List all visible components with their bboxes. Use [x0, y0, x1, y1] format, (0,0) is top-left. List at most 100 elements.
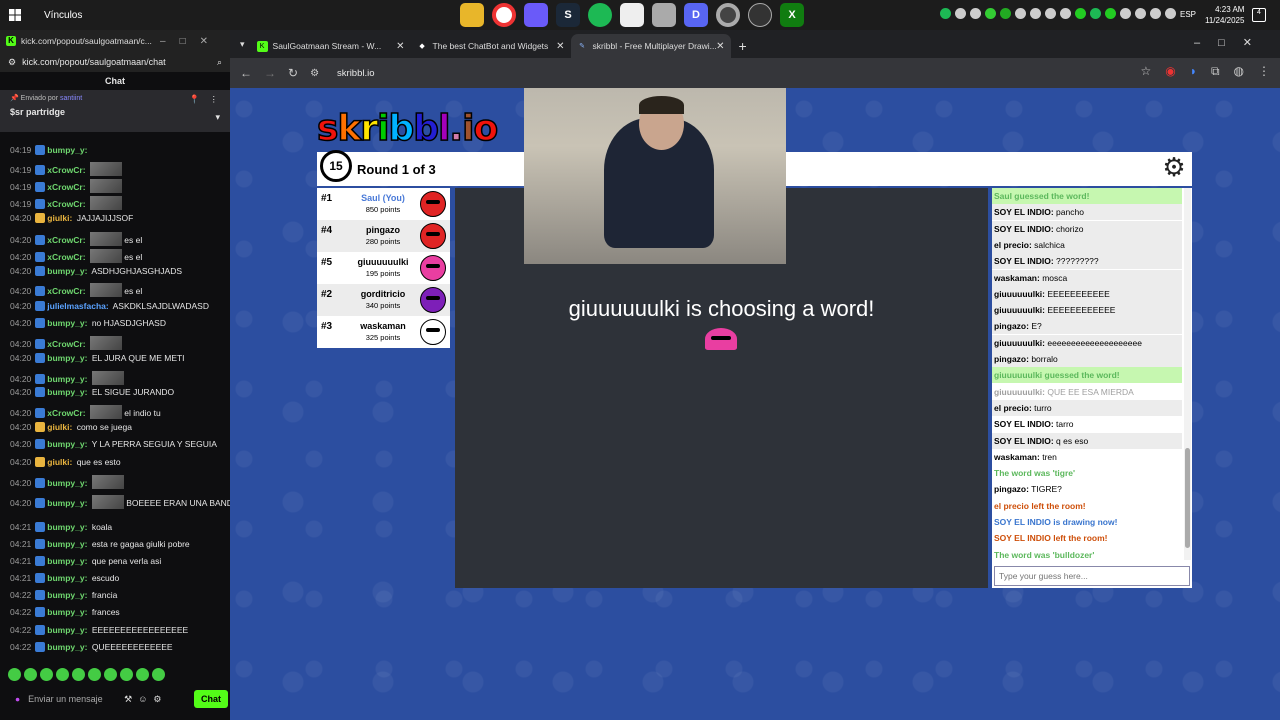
message-username[interactable]: xCrowCr: [47, 182, 85, 192]
search-icon[interactable]: ⌕ [217, 57, 222, 68]
network-icon[interactable] [1135, 8, 1146, 19]
pinned-message[interactable]: 📌 Enviado por santiint $sr partridge 📍 ⋮… [0, 90, 230, 132]
tray-icon[interactable] [970, 8, 981, 19]
message-username[interactable]: bumpy_y: [47, 522, 87, 532]
chat-input[interactable]: Enviar un mensaje [28, 694, 118, 704]
clock-app-icon[interactable] [748, 3, 772, 27]
player-row[interactable]: #2 gorditricio 340 points [317, 284, 450, 316]
message-username[interactable]: bumpy_y: [47, 607, 87, 617]
message-username[interactable]: xCrowCr: [47, 199, 85, 209]
commands-icon[interactable]: ⚒ [124, 694, 132, 705]
message-username[interactable]: bumpy_y: [47, 353, 87, 363]
message-username[interactable]: bumpy_y: [47, 556, 87, 566]
message-username[interactable]: xCrowCr: [47, 235, 85, 245]
message-username[interactable]: bumpy_y: [47, 498, 87, 508]
address-bar[interactable]: skribbl.io [337, 68, 375, 79]
gear-icon[interactable]: ⚙ [153, 694, 161, 705]
file-explorer-icon[interactable] [460, 3, 484, 27]
message-username[interactable]: bumpy_y: [47, 539, 87, 549]
message-username[interactable]: bumpy_y: [47, 374, 87, 384]
tray-icon[interactable] [1030, 8, 1041, 19]
message-username[interactable]: bumpy_y: [47, 478, 87, 488]
emote-icon[interactable] [40, 668, 53, 681]
message-username[interactable]: bumpy_y: [47, 590, 87, 600]
emoji-icon[interactable]: ☺ [138, 694, 147, 704]
back-icon[interactable]: ← [240, 66, 252, 80]
extensions-puzzle-icon[interactable]: ⧉ [1211, 64, 1220, 79]
message-username[interactable]: giulki: [47, 457, 72, 467]
forward-icon[interactable]: → [264, 66, 276, 80]
mic-icon[interactable]: ● [15, 694, 20, 704]
emote-icon[interactable] [72, 668, 85, 681]
message-username[interactable]: bumpy_y: [47, 573, 87, 583]
more-options-icon[interactable]: ⋮ [210, 94, 219, 105]
message-username[interactable]: julielmasfacha: [47, 301, 108, 311]
message-username[interactable]: bumpy_y: [47, 145, 87, 155]
window-controls[interactable]: –□✕ [1194, 36, 1270, 49]
clock[interactable]: 4:23 AM 11/24/2025 [1205, 4, 1244, 26]
message-username[interactable]: giulki: [47, 213, 72, 223]
message-username[interactable]: xCrowCr: [47, 286, 85, 296]
emote-icon[interactable] [8, 668, 21, 681]
tab-chatbot[interactable]: ◆ The best ChatBot and Widgets ✕ [411, 34, 571, 58]
message-username[interactable]: bumpy_y: [47, 439, 87, 449]
menu-icon[interactable]: ⋮ [1258, 64, 1270, 79]
close-icon[interactable]: ✕ [556, 41, 564, 52]
volume-icon[interactable] [1150, 8, 1161, 19]
notification-icon[interactable]: 4 [1252, 8, 1266, 22]
tray-icon[interactable] [955, 8, 966, 19]
tab-search-icon[interactable]: ▾ [240, 39, 245, 50]
tray-icon[interactable] [1105, 8, 1116, 19]
windows-start-icon[interactable] [0, 0, 30, 30]
emote-icon[interactable] [152, 668, 165, 681]
message-username[interactable]: xCrowCr: [47, 165, 85, 175]
tray-icon[interactable] [1075, 8, 1086, 19]
spotify-icon[interactable] [588, 3, 612, 27]
settings-icon[interactable]: ⚙ [8, 57, 16, 68]
message-username[interactable]: bumpy_y: [47, 318, 87, 328]
emote-icon[interactable] [120, 668, 133, 681]
battery-icon[interactable] [1165, 8, 1176, 19]
message-username[interactable]: bumpy_y: [47, 642, 87, 652]
new-tab-icon[interactable]: + [739, 38, 747, 54]
message-username[interactable]: xCrowCr: [47, 408, 85, 418]
emote-icon[interactable] [88, 668, 101, 681]
player-row[interactable]: #5 giuuuuuulki 195 points [317, 252, 450, 284]
message-username[interactable]: bumpy_y: [47, 625, 87, 635]
close-icon[interactable]: ✕ [716, 41, 724, 52]
chat-scrollbar[interactable] [1184, 188, 1191, 560]
extension-icon[interactable]: ◗ [1190, 64, 1197, 79]
site-info-icon[interactable]: ⚙ [310, 68, 319, 79]
player-row[interactable]: #4 pingazo 280 points [317, 220, 450, 252]
tray-spotify-icon[interactable] [940, 8, 951, 19]
emote-icon[interactable] [104, 668, 117, 681]
tab-skribbl[interactable]: ✎ skribbl - Free Multiplayer Drawi... ✕ [570, 34, 731, 58]
pin-icon[interactable]: 📍 [189, 94, 200, 105]
steam-icon[interactable]: S [556, 3, 580, 27]
guess-input[interactable] [994, 566, 1190, 586]
language-indicator[interactable]: ESP [1180, 10, 1196, 19]
chrome-active-icon[interactable] [716, 3, 740, 27]
reload-icon[interactable]: ↻ [288, 66, 298, 80]
tray-icon[interactable] [1015, 8, 1026, 19]
extension-icon[interactable]: ◉ [1165, 64, 1175, 79]
bluetooth-icon[interactable] [1045, 8, 1056, 19]
tab-kick-stream[interactable]: K SaulGoatmaan Stream - W... ✕ [251, 34, 411, 58]
app-icon[interactable] [652, 3, 676, 27]
store-icon[interactable] [620, 3, 644, 27]
message-username[interactable]: xCrowCr: [47, 339, 85, 349]
message-username[interactable]: bumpy_y: [47, 387, 87, 397]
tray-icon[interactable] [1090, 8, 1101, 19]
emote-icon[interactable] [56, 668, 69, 681]
emote-icon[interactable] [24, 668, 37, 681]
close-icon[interactable]: ✕ [396, 41, 404, 52]
mic-icon[interactable] [1060, 8, 1071, 19]
player-row[interactable]: #1 Saul (You) 850 points [317, 188, 450, 220]
discord-icon[interactable]: D [684, 3, 708, 27]
tray-icon[interactable] [1000, 8, 1011, 19]
tray-icon[interactable] [985, 8, 996, 19]
bookmark-star-icon[interactable]: ☆ [1140, 64, 1151, 79]
scrollbar-thumb[interactable] [1185, 448, 1190, 548]
message-username[interactable]: bumpy_y: [47, 266, 87, 276]
player-row[interactable]: #3 waskaman 325 points [317, 316, 450, 348]
